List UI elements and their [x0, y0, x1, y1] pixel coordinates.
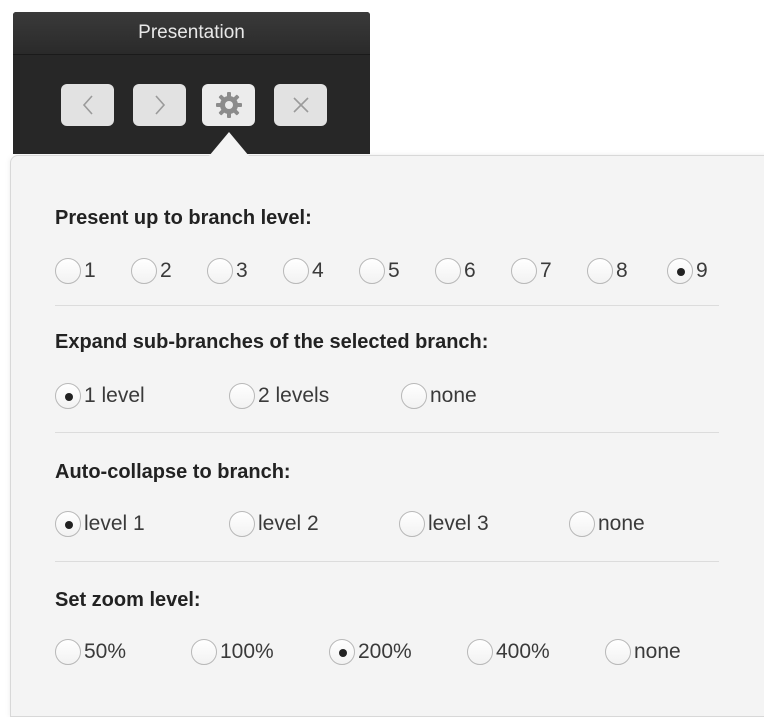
- radio-circle[interactable]: [229, 511, 255, 537]
- radio-circle-selected[interactable]: [55, 511, 81, 537]
- chevron-left-icon: [82, 95, 93, 115]
- toolbar-title: Presentation: [13, 12, 370, 55]
- radio-label: 100%: [220, 640, 274, 663]
- settings-button[interactable]: [202, 84, 255, 126]
- collapse-option-level-2[interactable]: level 2: [229, 509, 319, 539]
- radio-label: level 1: [84, 512, 145, 535]
- radio-circle[interactable]: [55, 258, 81, 284]
- radio-label: 8: [616, 259, 628, 282]
- radio-circle[interactable]: [511, 258, 537, 284]
- radio-label: none: [430, 384, 477, 407]
- radio-label: 200%: [358, 640, 412, 663]
- radio-label: 3: [236, 259, 248, 282]
- radio-label: 5: [388, 259, 400, 282]
- zoom-option-none[interactable]: none: [605, 637, 681, 667]
- radio-circle[interactable]: [587, 258, 613, 284]
- collapse-option-none[interactable]: none: [569, 509, 645, 539]
- radio-label: 1: [84, 259, 96, 282]
- gear-icon: [215, 92, 242, 118]
- branch-level-title: Present up to branch level:: [55, 207, 312, 229]
- radio-circle[interactable]: [191, 639, 217, 665]
- radio-label: 400%: [496, 640, 550, 663]
- presentation-toolbar: Presentation: [13, 12, 370, 154]
- radio-label: level 2: [258, 512, 319, 535]
- radio-label: level 3: [428, 512, 489, 535]
- next-button[interactable]: [133, 84, 186, 126]
- presentation-settings-popover: [10, 155, 764, 717]
- radio-label: none: [598, 512, 645, 535]
- zoom-title: Set zoom level:: [55, 589, 201, 611]
- radio-label: 6: [464, 259, 476, 282]
- expand-option-1-level[interactable]: 1 level: [55, 381, 145, 411]
- section-divider: [55, 432, 719, 433]
- branch-level-option-8[interactable]: 8: [587, 256, 628, 286]
- radio-label: none: [634, 640, 681, 663]
- collapse-title: Auto-collapse to branch:: [55, 461, 291, 483]
- popover-arrow: [209, 132, 249, 156]
- chevron-right-icon: [154, 95, 165, 115]
- radio-circle[interactable]: [467, 639, 493, 665]
- branch-level-option-1[interactable]: 1: [55, 256, 96, 286]
- close-icon: [292, 97, 309, 113]
- branch-level-option-2[interactable]: 2: [131, 256, 172, 286]
- radio-circle[interactable]: [131, 258, 157, 284]
- radio-label: 2: [160, 259, 172, 282]
- zoom-option-100[interactable]: 100%: [191, 637, 274, 667]
- radio-label: 50%: [84, 640, 127, 663]
- expand-title: Expand sub-branches of the selected bran…: [55, 331, 489, 353]
- radio-circle[interactable]: [207, 258, 233, 284]
- radio-label: 9: [696, 259, 708, 282]
- close-button[interactable]: [274, 84, 327, 126]
- radio-circle-selected[interactable]: [667, 258, 693, 284]
- branch-level-option-4[interactable]: 4: [283, 256, 324, 286]
- radio-circle[interactable]: [55, 639, 81, 665]
- expand-option-2-levels[interactable]: 2 levels: [229, 381, 329, 411]
- radio-circle[interactable]: [399, 511, 425, 537]
- expand-option-none[interactable]: none: [401, 381, 477, 411]
- zoom-option-400[interactable]: 400%: [467, 637, 550, 667]
- previous-button[interactable]: [61, 84, 114, 126]
- radio-label: 7: [540, 259, 552, 282]
- radio-circle[interactable]: [283, 258, 309, 284]
- radio-circle[interactable]: [229, 383, 255, 409]
- branch-level-option-7[interactable]: 7: [511, 256, 552, 286]
- radio-circle[interactable]: [401, 383, 427, 409]
- collapse-option-level-1[interactable]: level 1: [55, 509, 145, 539]
- radio-circle[interactable]: [569, 511, 595, 537]
- zoom-option-200[interactable]: 200%: [329, 637, 412, 667]
- branch-level-option-6[interactable]: 6: [435, 256, 476, 286]
- radio-circle-selected[interactable]: [55, 383, 81, 409]
- section-divider: [55, 305, 719, 306]
- radio-label: 1 level: [84, 384, 145, 407]
- branch-level-option-9[interactable]: 9: [667, 256, 708, 286]
- radio-label: 4: [312, 259, 324, 282]
- collapse-option-level-3[interactable]: level 3: [399, 509, 489, 539]
- branch-level-option-5[interactable]: 5: [359, 256, 400, 286]
- zoom-option-50[interactable]: 50%: [55, 637, 126, 667]
- branch-level-option-3[interactable]: 3: [207, 256, 248, 286]
- radio-circle-selected[interactable]: [329, 639, 355, 665]
- radio-circle[interactable]: [435, 258, 461, 284]
- section-divider: [55, 561, 719, 562]
- radio-circle[interactable]: [359, 258, 385, 284]
- radio-label: 2 levels: [258, 384, 330, 407]
- radio-circle[interactable]: [605, 639, 631, 665]
